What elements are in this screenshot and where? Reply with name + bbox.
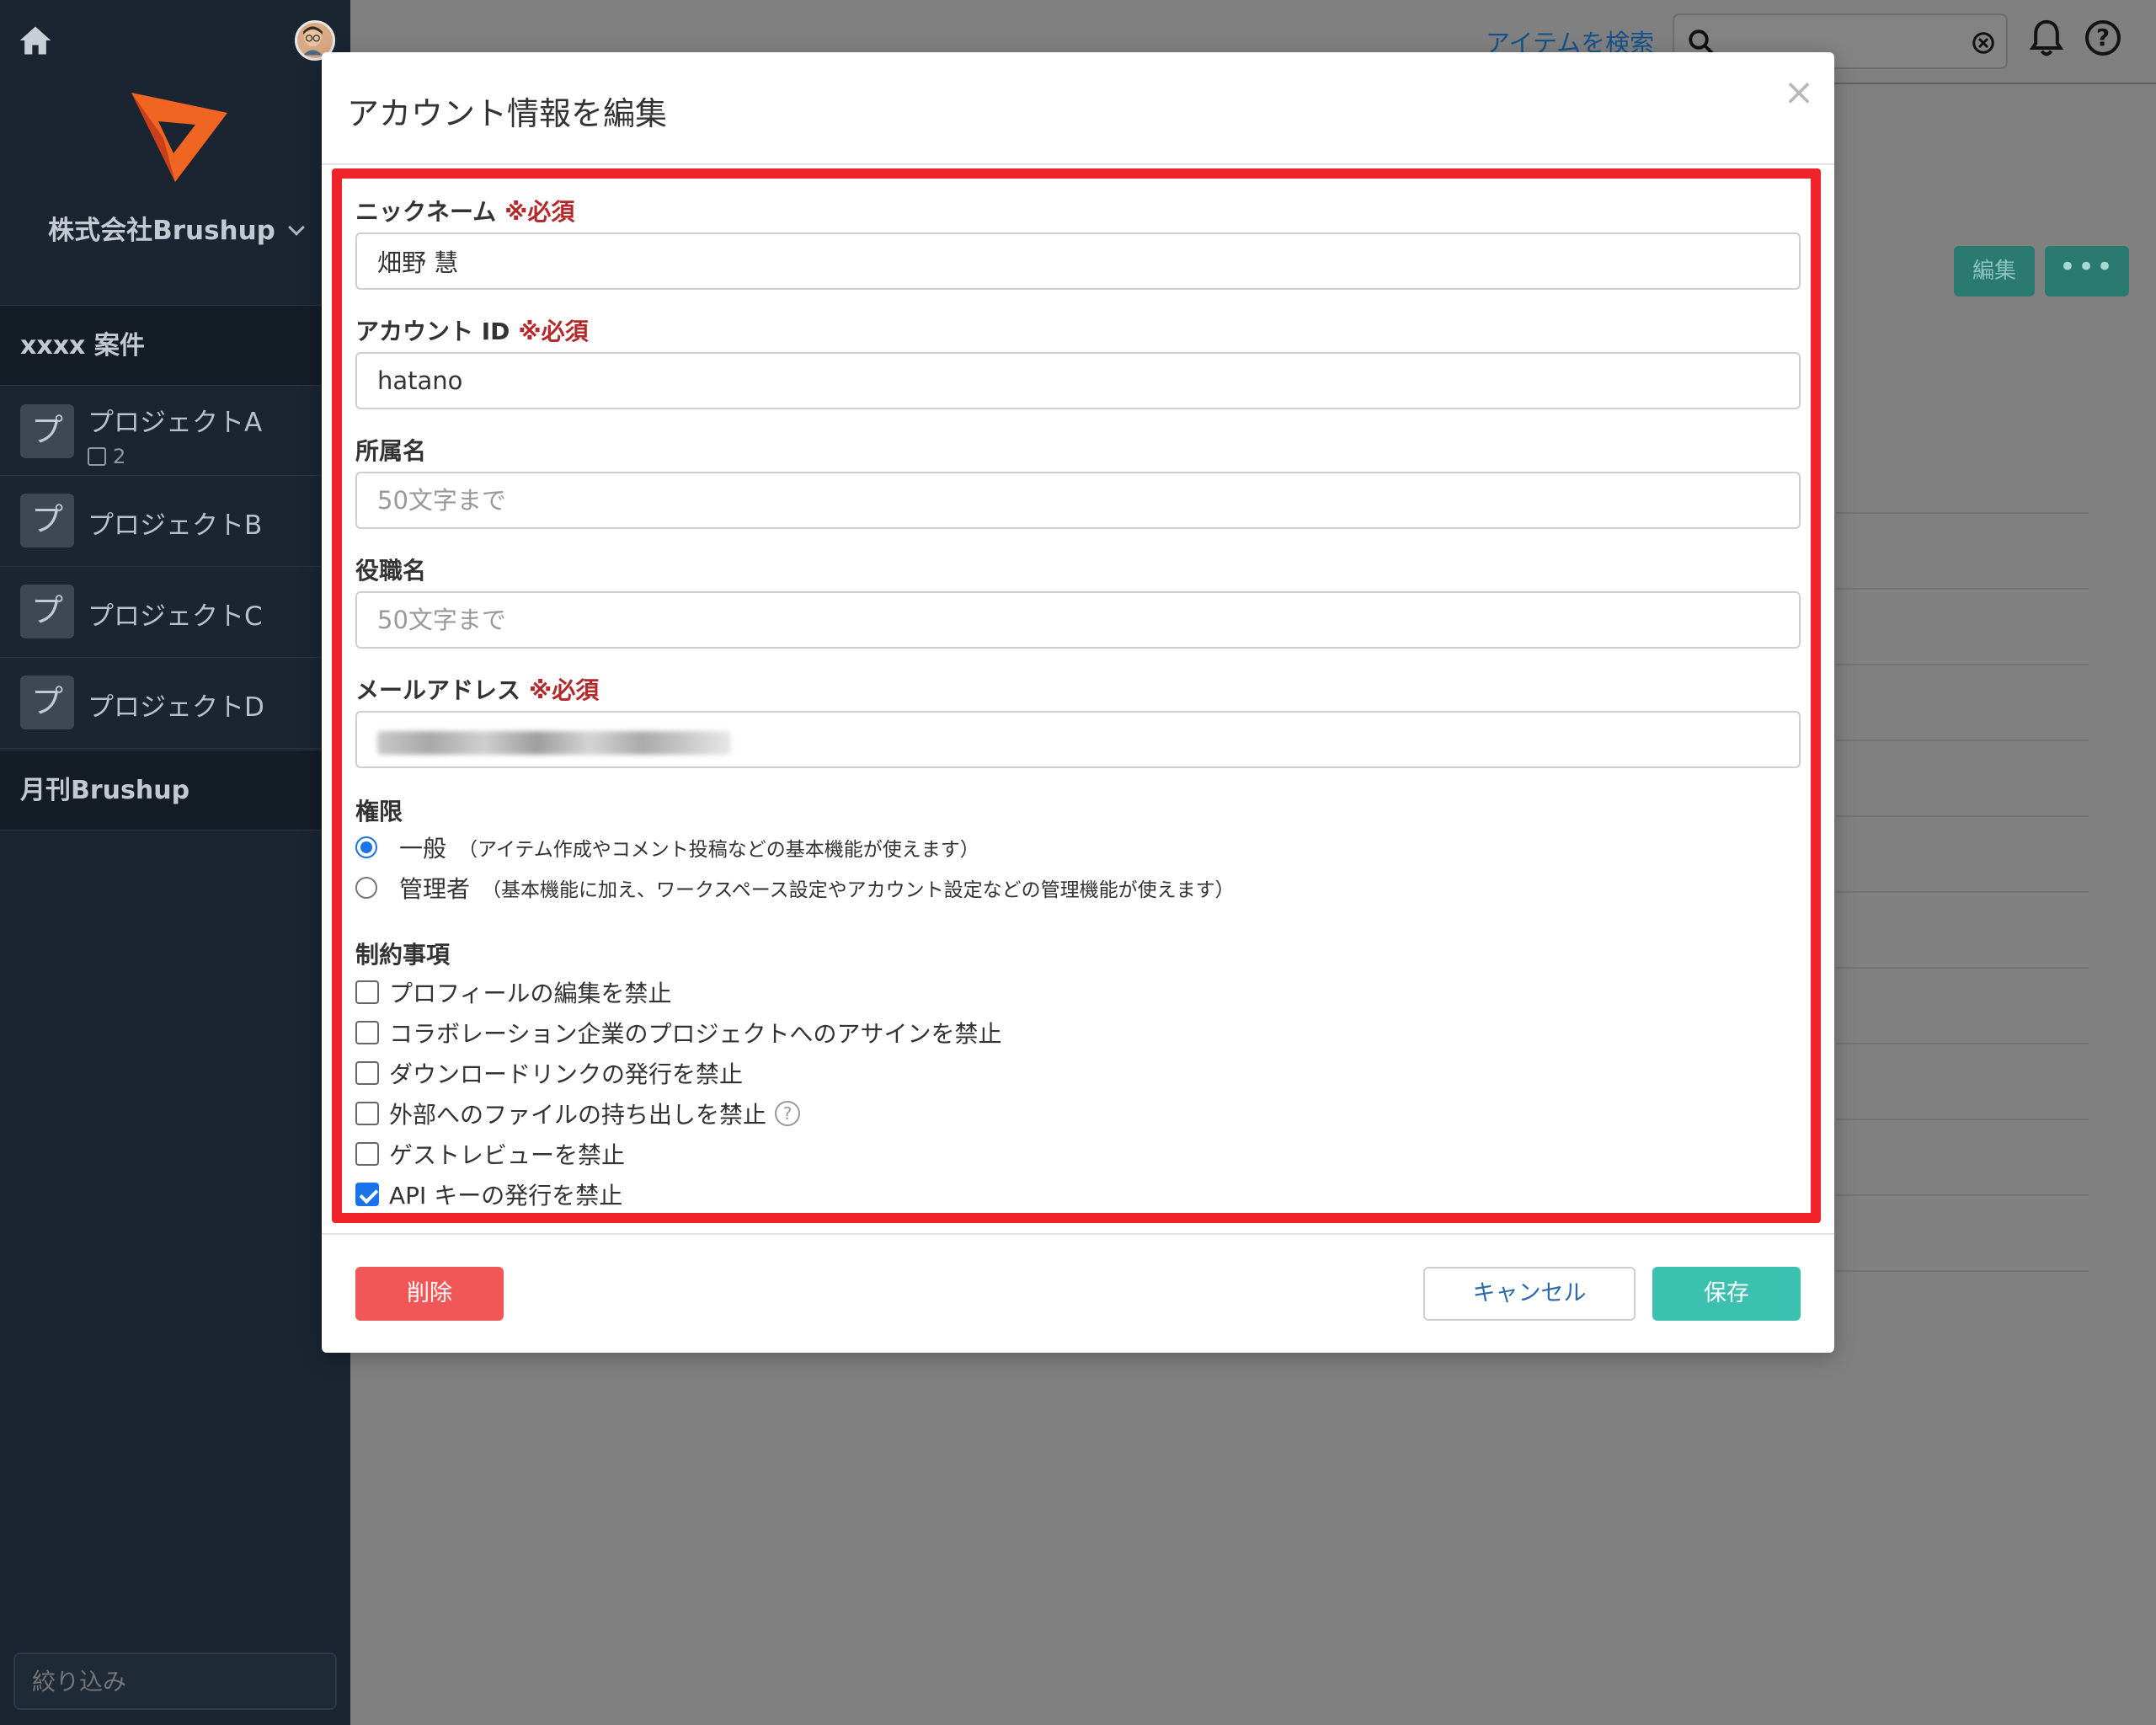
help-icon[interactable]: ? — [2085, 20, 2121, 56]
radio-button[interactable] — [355, 877, 377, 899]
cancel-button[interactable]: キャンセル — [1423, 1267, 1636, 1321]
checkbox[interactable] — [355, 1142, 379, 1166]
modal-title: アカウント情報を編集 — [347, 95, 668, 132]
divider — [1836, 1194, 2089, 1196]
project-name: プロジェクトC — [88, 601, 263, 632]
department-label: 所属名 — [355, 437, 427, 465]
divider — [1836, 967, 2089, 969]
home-icon[interactable] — [17, 22, 54, 59]
restriction-collab-assign[interactable]: コラボレーション企業のプロジェクトへのアサインを禁止 — [355, 1016, 1001, 1049]
more-options-button[interactable]: ••• — [2045, 246, 2129, 296]
divider — [1836, 891, 2089, 893]
permission-option-admin[interactable]: 管理者 （基本機能に加え、ワークスペース設定やアカウント設定などの管理機能が使え… — [355, 871, 1235, 905]
workspace-switcher[interactable]: 株式会社Brushup — [0, 209, 350, 247]
bell-icon[interactable] — [2028, 19, 2065, 59]
save-button[interactable]: 保存 — [1652, 1267, 1801, 1321]
help-icon[interactable]: ? — [775, 1101, 801, 1126]
project-badge: プ — [20, 494, 74, 547]
checkbox[interactable] — [355, 1061, 379, 1085]
divider — [1836, 664, 2089, 665]
sidebar-filter-input[interactable] — [13, 1653, 337, 1710]
required-mark: ※必須 — [529, 676, 600, 704]
edit-button[interactable]: 編集 — [1954, 246, 2035, 296]
edit-account-modal: アカウント情報を編集 × ニックネーム※必須 アカウント ID※必須 所属名 役… — [322, 52, 1834, 1353]
email-label: メールアドレス ※必須 — [355, 676, 600, 704]
permission-label: 権限 — [355, 798, 403, 825]
checkbox[interactable] — [355, 1102, 379, 1125]
chevron-down-icon — [287, 219, 305, 236]
sidebar-project-d[interactable]: プ プロジェクトD — [0, 659, 350, 749]
position-label: 役職名 — [355, 557, 427, 585]
divider — [1836, 1043, 2089, 1044]
radio-button[interactable] — [355, 836, 377, 858]
divider — [1833, 83, 2156, 84]
clear-search-icon[interactable] — [1971, 30, 1996, 56]
required-mark: ※必須 — [504, 198, 575, 226]
project-name: プロジェクトA — [88, 408, 263, 438]
divider — [1836, 512, 2089, 514]
divider — [1836, 1119, 2089, 1120]
divider — [322, 1233, 1834, 1235]
delete-button[interactable]: 削除 — [355, 1267, 504, 1321]
divider — [1836, 815, 2089, 817]
brushup-logo-icon — [131, 93, 227, 182]
divider — [322, 163, 1834, 165]
project-name: プロジェクトB — [88, 510, 263, 541]
nickname-input[interactable] — [355, 232, 1801, 290]
restriction-api-key[interactable]: API キーの発行を禁止 — [355, 1178, 622, 1211]
close-icon[interactable]: × — [1782, 74, 1816, 111]
project-badge: プ — [20, 404, 74, 458]
permission-option-general[interactable]: 一般 （アイテム作成やコメント投稿などの基本機能が使えます） — [355, 830, 979, 864]
checkbox[interactable] — [355, 1183, 379, 1206]
restriction-file-export[interactable]: 外部へのファイルの持ち出しを禁止 ? — [355, 1097, 801, 1130]
task-icon — [88, 447, 106, 466]
restriction-download-link[interactable]: ダウンロードリンクの発行を禁止 — [355, 1056, 743, 1090]
checkbox[interactable] — [355, 980, 379, 1004]
project-badge: プ — [20, 585, 74, 638]
account-id-label: アカウント ID ※必須 — [355, 318, 589, 345]
divider — [1836, 588, 2089, 590]
sidebar-section-header[interactable]: xxxx 案件 — [0, 305, 350, 386]
sidebar-project-a[interactable]: プ プロジェクトA 2 — [0, 386, 350, 476]
department-input[interactable] — [355, 472, 1801, 529]
restriction-profile-edit[interactable]: プロフィールの編集を禁止 — [355, 975, 671, 1009]
nickname-label: ニックネーム ※必須 — [355, 198, 575, 226]
position-input[interactable] — [355, 591, 1801, 649]
divider — [1836, 740, 2089, 741]
blurred-email-value — [377, 731, 731, 755]
sidebar-section-header[interactable]: 月刊Brushup — [0, 750, 350, 830]
sidebar: 株式会社Brushup xxxx 案件 プ プロジェクトA 2 プ プロジェクト… — [0, 0, 350, 1725]
restrictions-label: 制約事項 — [355, 941, 451, 969]
project-badge: プ — [20, 676, 74, 729]
sidebar-project-c[interactable]: プ プロジェクトC — [0, 568, 350, 658]
account-id-input[interactable] — [355, 352, 1801, 409]
divider — [1836, 1270, 2089, 1272]
workspace-name: 株式会社Brushup — [48, 216, 275, 246]
project-task-count: 2 — [88, 445, 125, 468]
sidebar-project-b[interactable]: プ プロジェクトB — [0, 477, 350, 567]
required-mark: ※必須 — [518, 318, 589, 345]
restriction-guest-review[interactable]: ゲストレビューを禁止 — [355, 1137, 625, 1171]
checkbox[interactable] — [355, 1021, 379, 1044]
project-name: プロジェクトD — [88, 692, 264, 723]
